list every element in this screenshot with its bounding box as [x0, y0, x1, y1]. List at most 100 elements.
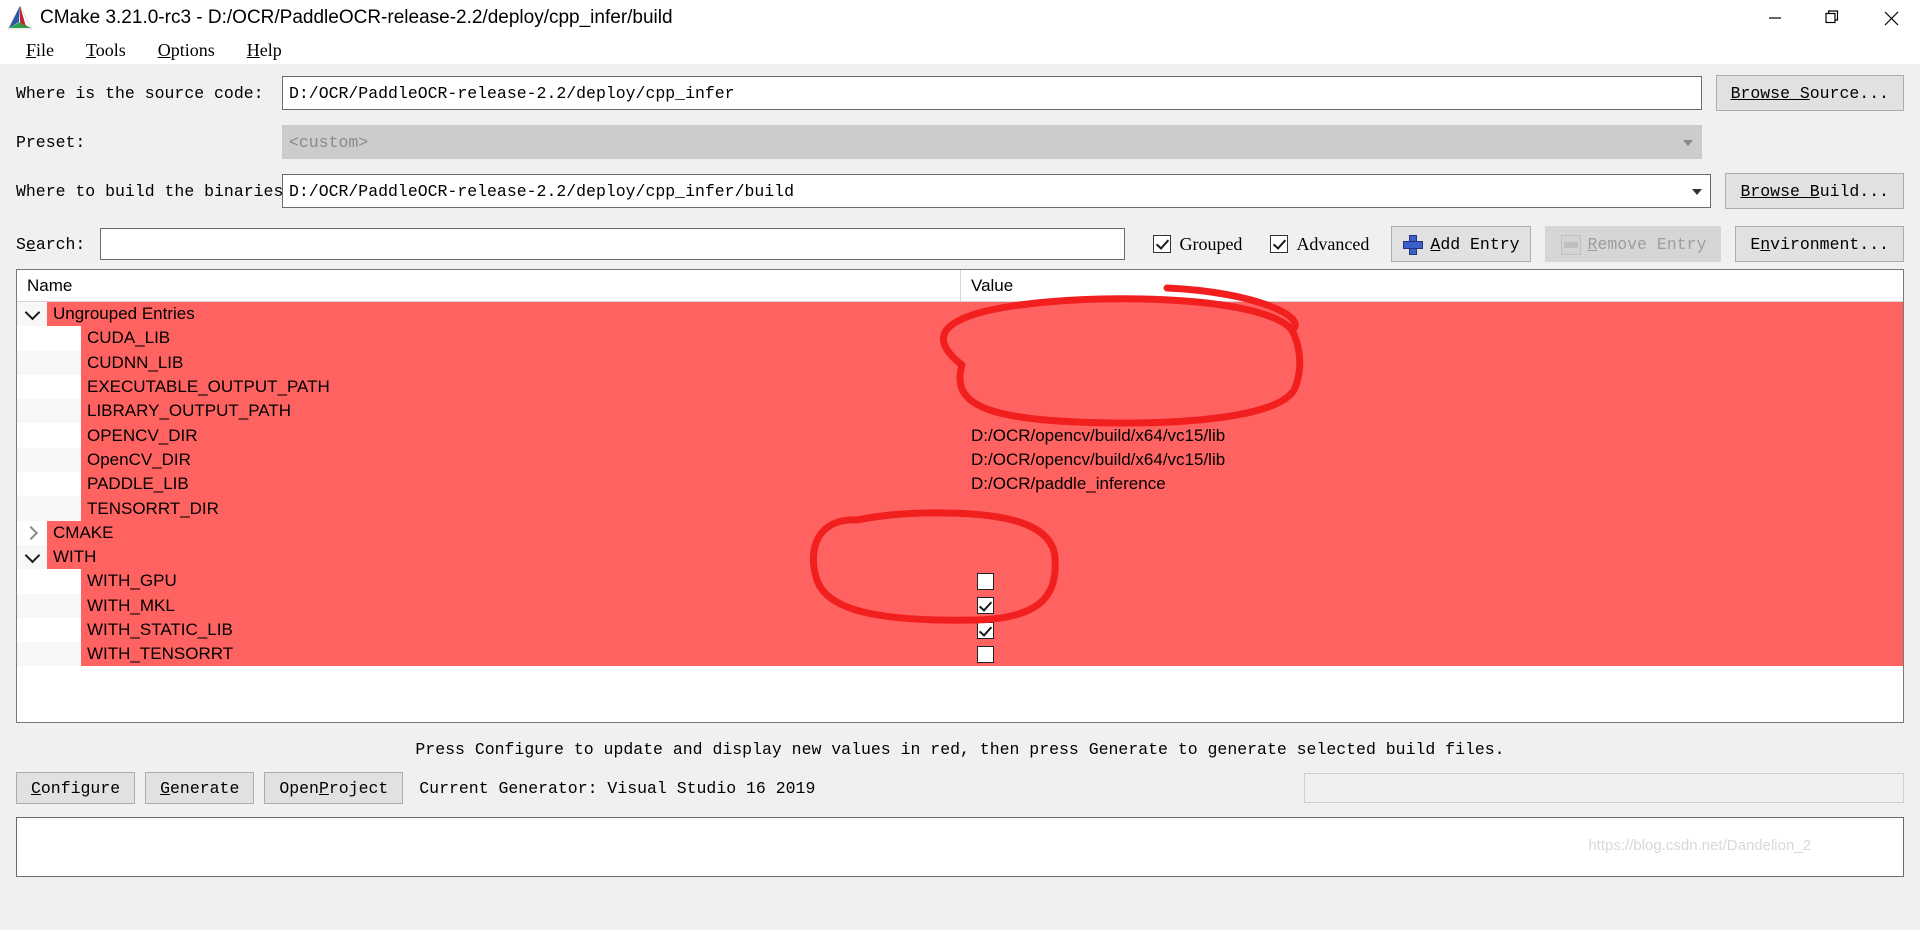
table-cell-value[interactable]: [961, 351, 1904, 375]
menu-file[interactable]: File: [10, 38, 70, 63]
row-indent: [47, 594, 81, 618]
table-row[interactable]: CUDA_LIB: [17, 326, 1903, 350]
table-row[interactable]: OPENCV_DIRD:/OCR/opencv/build/x64/vc15/l…: [17, 423, 1903, 447]
row-twisty[interactable]: [17, 545, 47, 569]
table-cell-value[interactable]: [961, 594, 1904, 618]
value-checkbox-icon[interactable]: [977, 622, 994, 639]
add-entry-button[interactable]: Add Entry: [1391, 226, 1530, 262]
value-checkbox-icon[interactable]: [977, 646, 994, 663]
browse-source-button[interactable]: Browse Source...: [1716, 75, 1904, 111]
table-row[interactable]: TENSORRT_DIR: [17, 496, 1903, 520]
table-row[interactable]: Ungrouped Entries: [17, 302, 1903, 326]
chevron-down-icon[interactable]: [24, 304, 40, 320]
browse-source-mnemonic: Browse S: [1731, 84, 1810, 103]
source-path-input[interactable]: D:/OCR/PaddleOCR-release-2.2/deploy/cpp_…: [282, 76, 1702, 110]
table-cell-name[interactable]: OPENCV_DIR: [81, 423, 961, 447]
table-cell-name[interactable]: CUDA_LIB: [81, 326, 961, 350]
row-indent: [47, 618, 81, 642]
row-twisty: [17, 569, 47, 593]
chevron-down-icon[interactable]: [24, 547, 40, 563]
table-body: Ungrouped EntriesCUDA_LIBCUDNN_LIBEXECUT…: [17, 302, 1903, 666]
column-header-name[interactable]: Name: [17, 270, 961, 301]
chevron-down-icon: [1683, 140, 1693, 146]
remove-entry-button[interactable]: Remove Entry: [1545, 226, 1722, 262]
progress-bar: [1304, 773, 1904, 803]
output-log-pane[interactable]: https://blog.csdn.net/Dandelion_2: [16, 817, 1904, 877]
table-row[interactable]: LIBRARY_OUTPUT_PATH: [17, 399, 1903, 423]
table-row[interactable]: WITH_GPU: [17, 569, 1903, 593]
cache-entries-table[interactable]: Name Value Ungrouped EntriesCUDA_LIBCUDN…: [16, 269, 1904, 723]
menu-help[interactable]: Help: [231, 38, 298, 63]
table-row[interactable]: CUDNN_LIB: [17, 351, 1903, 375]
table-cell-value[interactable]: [961, 545, 1904, 569]
preset-select[interactable]: <custom>: [282, 125, 1702, 159]
build-path-value: D:/OCR/PaddleOCR-release-2.2/deploy/cpp_…: [289, 182, 794, 201]
table-cell-value[interactable]: [961, 326, 1904, 350]
table-cell-name[interactable]: WITH_TENSORRT: [81, 642, 961, 666]
table-row[interactable]: WITH_MKL: [17, 594, 1903, 618]
table-cell-name[interactable]: LIBRARY_OUTPUT_PATH: [81, 399, 961, 423]
table-cell-name[interactable]: WITH: [47, 545, 961, 569]
search-input[interactable]: [100, 228, 1126, 260]
table-cell-name[interactable]: EXECUTABLE_OUTPUT_PATH: [81, 375, 961, 399]
table-cell-name[interactable]: CUDNN_LIB: [81, 351, 961, 375]
table-row[interactable]: WITH: [17, 545, 1903, 569]
table-cell-name[interactable]: Ungrouped Entries: [47, 302, 961, 326]
table-cell-name[interactable]: CMAKE: [47, 521, 961, 545]
title-bar: CMake 3.21.0-rc3 - D:/OCR/PaddleOCR-rele…: [0, 0, 1920, 36]
table-cell-value[interactable]: [961, 618, 1904, 642]
action-bar: Configure Generate Open Project Current …: [0, 759, 1920, 807]
column-header-value[interactable]: Value: [961, 270, 1903, 301]
row-twisty: [17, 448, 47, 472]
table-cell-value[interactable]: [961, 642, 1904, 666]
table-row[interactable]: PADDLE_LIBD:/OCR/paddle_inference: [17, 472, 1903, 496]
table-cell-value[interactable]: [961, 569, 1904, 593]
minimize-button[interactable]: [1746, 0, 1804, 36]
remove-entry-rest: emove Entry: [1597, 235, 1706, 254]
browse-build-mnemonic: Browse B: [1740, 182, 1819, 201]
build-path-input[interactable]: D:/OCR/PaddleOCR-release-2.2/deploy/cpp_…: [282, 174, 1711, 208]
table-cell-name[interactable]: TENSORRT_DIR: [81, 496, 961, 520]
table-cell-value[interactable]: [961, 399, 1904, 423]
row-twisty[interactable]: [17, 521, 47, 545]
generate-button[interactable]: Generate: [145, 772, 254, 804]
path-form: Where is the source code: D:/OCR/PaddleO…: [0, 64, 1920, 210]
table-cell-value[interactable]: [961, 375, 1904, 399]
table-cell-name[interactable]: WITH_STATIC_LIB: [81, 618, 961, 642]
configure-button[interactable]: Configure: [16, 772, 135, 804]
table-cell-value[interactable]: D:/OCR/opencv/build/x64/vc15/lib: [961, 448, 1904, 472]
checkbox-icon: [1270, 235, 1288, 253]
table-row[interactable]: WITH_STATIC_LIB: [17, 618, 1903, 642]
table-cell-value[interactable]: D:/OCR/opencv/build/x64/vc15/lib: [961, 423, 1904, 447]
menu-options[interactable]: Options: [142, 38, 231, 63]
row-twisty[interactable]: [17, 302, 47, 326]
chevron-right-icon[interactable]: [23, 526, 37, 540]
environment-button[interactable]: Environment...: [1735, 226, 1904, 262]
table-row[interactable]: CMAKE: [17, 521, 1903, 545]
table-row[interactable]: EXECUTABLE_OUTPUT_PATH: [17, 375, 1903, 399]
table-cell-value[interactable]: [961, 302, 1904, 326]
row-indent: [47, 569, 81, 593]
table-cell-name[interactable]: WITH_GPU: [81, 569, 961, 593]
table-cell-name[interactable]: WITH_MKL: [81, 594, 961, 618]
restore-button[interactable]: [1804, 0, 1862, 36]
menu-tools[interactable]: Tools: [70, 38, 142, 63]
grouped-label: Grouped: [1179, 234, 1242, 255]
checkbox-icon: [1153, 235, 1171, 253]
table-row[interactable]: OpenCV_DIRD:/OCR/opencv/build/x64/vc15/l…: [17, 448, 1903, 472]
close-button[interactable]: [1862, 0, 1920, 36]
build-row: Where to build the binaries: D:/OCR/Padd…: [16, 172, 1904, 210]
grouped-checkbox[interactable]: Grouped: [1153, 234, 1242, 255]
table-cell-value[interactable]: [961, 521, 1904, 545]
table-cell-name[interactable]: OpenCV_DIR: [81, 448, 961, 472]
value-checkbox-icon[interactable]: [977, 597, 994, 614]
table-row[interactable]: WITH_TENSORRT: [17, 642, 1903, 666]
table-cell-value[interactable]: D:/OCR/paddle_inference: [961, 472, 1904, 496]
watermark-text: https://blog.csdn.net/Dandelion_2: [1588, 837, 1811, 854]
open-project-button[interactable]: Open Project: [264, 772, 403, 804]
value-checkbox-icon[interactable]: [977, 573, 994, 590]
table-cell-name[interactable]: PADDLE_LIB: [81, 472, 961, 496]
advanced-checkbox[interactable]: Advanced: [1270, 234, 1369, 255]
table-cell-value[interactable]: [961, 496, 1904, 520]
browse-build-button[interactable]: Browse Build...: [1725, 173, 1904, 209]
